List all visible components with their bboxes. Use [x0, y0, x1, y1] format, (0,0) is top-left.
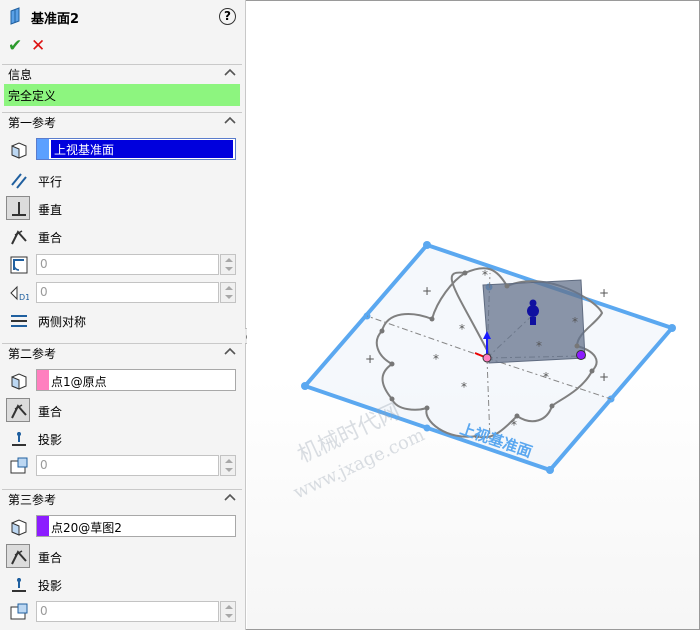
svg-text:+: + — [422, 284, 432, 298]
project-label: 投影 — [38, 433, 63, 447]
first-reference-field[interactable]: 上视基准面 — [36, 138, 236, 160]
second-reference-label: 第二参考 — [8, 347, 57, 361]
second-value-spinner[interactable] — [220, 455, 236, 476]
svg-text:+: + — [599, 286, 609, 300]
perpendicular-label: 垂直 — [38, 203, 63, 217]
svg-text:*: * — [482, 268, 488, 282]
parallel-button[interactable] — [6, 168, 30, 192]
symmetric-label: 两侧对称 — [38, 315, 87, 329]
sketch-point-20[interactable] — [576, 350, 586, 360]
distance-icon[interactable] — [6, 453, 30, 477]
coincident-label: 重合 — [38, 231, 63, 245]
status-badge: 完全定义 — [4, 84, 240, 106]
symmetric-option-row[interactable]: 两侧对称 — [6, 308, 242, 334]
face-selection-icon — [6, 514, 30, 538]
coincident-option-row[interactable]: 重合 — [6, 224, 242, 250]
chevron-up-icon[interactable] — [224, 492, 236, 502]
third-reference-header[interactable]: 第三参考 — [2, 489, 242, 507]
third-value-spinner[interactable] — [220, 601, 236, 622]
project-button[interactable] — [6, 572, 30, 596]
svg-text:*: * — [572, 315, 578, 329]
third-project-row[interactable]: 投影 — [6, 572, 242, 598]
graphics-viewport[interactable]: * * * * * * * * + + + + 上视基准面 机械时代网 www.jxage.… — [247, 1, 699, 629]
svg-text:+: + — [599, 370, 609, 384]
chevron-up-icon[interactable] — [224, 67, 236, 77]
first-reference-label: 第一参考 — [8, 116, 57, 130]
angle-icon[interactable] — [6, 252, 30, 276]
project-label: 投影 — [38, 579, 63, 593]
perpendicular-button[interactable] — [6, 196, 30, 220]
feature-title: 基准面2 — [31, 12, 80, 27]
face-selection-icon — [6, 368, 30, 392]
offset-distance-icon[interactable]: D1 — [6, 280, 30, 304]
third-reference-field[interactable]: 点20@草图2 — [36, 515, 236, 537]
selection-color-swatch — [37, 139, 49, 159]
property-manager-header: 基准面2 ? — [0, 0, 245, 32]
coincident-button[interactable] — [6, 398, 30, 422]
project-button[interactable] — [6, 426, 30, 450]
second-reference-field[interactable]: 点1@原点 — [36, 369, 236, 391]
third-reference-value: 点20@草图2 — [51, 521, 122, 535]
parallel-option-row[interactable]: 平行 — [6, 168, 242, 194]
info-section-header[interactable]: 信息 — [2, 64, 242, 82]
coincident-button[interactable] — [6, 224, 30, 248]
svg-text:*: * — [511, 418, 517, 432]
svg-text:D1: D1 — [19, 293, 29, 302]
chevron-up-icon[interactable] — [224, 346, 236, 356]
third-value-row: 0 — [6, 599, 242, 625]
svg-text:*: * — [536, 339, 542, 353]
second-value-input[interactable]: 0 — [36, 455, 219, 476]
second-reference-value: 点1@原点 — [51, 375, 107, 389]
distance-icon[interactable] — [6, 599, 30, 623]
third-coincident-row[interactable]: 重合 — [6, 544, 242, 570]
offset-input[interactable]: 0 — [36, 282, 219, 303]
perpendicular-option-row[interactable]: 垂直 — [6, 196, 242, 222]
first-reference-selection-row: 上视基准面 — [6, 137, 242, 163]
selection-color-swatch — [37, 516, 49, 536]
second-project-row[interactable]: 投影 — [6, 426, 242, 452]
angle-row: 0 — [6, 252, 242, 278]
svg-text:*: * — [433, 352, 439, 366]
info-section-label: 信息 — [8, 68, 33, 82]
svg-text:*: * — [543, 370, 549, 384]
second-reference-header[interactable]: 第二参考 — [2, 343, 242, 361]
coincident-button[interactable] — [6, 544, 30, 568]
help-icon[interactable]: ? — [219, 8, 236, 25]
reference-plane-icon — [10, 7, 20, 25]
chevron-up-icon[interactable] — [224, 115, 236, 125]
model-view-svg: ** ** ** ** ++ ++ 上视基准面 机械时代网 www.jxage.… — [290, 241, 676, 504]
cancel-button[interactable]: ✕ — [31, 36, 45, 56]
angle-input[interactable]: 0 — [36, 254, 219, 275]
parallel-label: 平行 — [38, 175, 63, 189]
svg-text:+: + — [365, 352, 375, 366]
svg-text:*: * — [461, 380, 467, 394]
coincident-label: 重合 — [38, 405, 63, 419]
coincident-label: 重合 — [38, 551, 63, 565]
origin-point[interactable] — [482, 353, 492, 363]
third-reference-selection-row: 点20@草图2 — [6, 514, 242, 540]
second-value-row: 0 — [6, 453, 242, 479]
second-reference-selection-row: 点1@原点 — [6, 368, 242, 394]
third-value-input[interactable]: 0 — [36, 601, 219, 622]
second-coincident-row[interactable]: 重合 — [6, 398, 242, 424]
symmetric-button[interactable] — [6, 308, 30, 332]
first-reference-value: 上视基准面 — [51, 140, 233, 158]
angle-spinner[interactable] — [220, 254, 236, 275]
property-manager-panel: 基准面2 ? ✔ ✕ 信息 完全定义 第一参考 上视基准面 平行 垂直 重合 0… — [0, 0, 246, 630]
third-reference-label: 第三参考 — [8, 493, 57, 507]
first-reference-header[interactable]: 第一参考 — [2, 112, 242, 130]
offset-spinner[interactable] — [220, 282, 236, 303]
ok-button[interactable]: ✔ — [8, 36, 22, 56]
face-selection-icon — [6, 137, 30, 161]
offset-row: D1 0 — [6, 280, 242, 306]
selection-color-swatch — [37, 370, 49, 390]
svg-text:*: * — [459, 322, 465, 336]
